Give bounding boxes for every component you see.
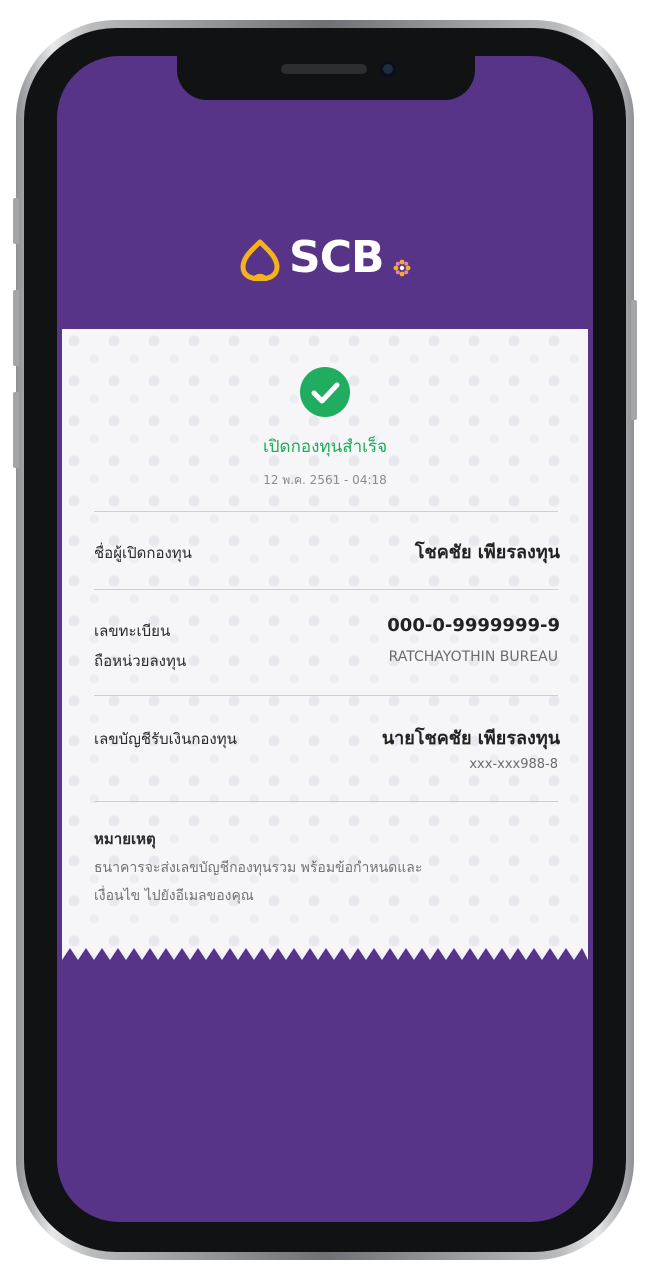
success-status: เปิดกองทุนสำเร็จ	[262, 437, 388, 457]
receipt-torn-edge	[62, 948, 588, 962]
divider	[94, 589, 558, 590]
registration-number-value: 000-0-9999999-9	[387, 615, 560, 636]
receiving-account-label: เลขบัญชีรับเงินกองทุน	[94, 730, 237, 748]
transaction-datetime: 12 พ.ค. 2561 - 04:18	[263, 473, 387, 487]
power-button	[631, 300, 637, 420]
divider	[94, 695, 558, 696]
opener-name-value: โชคชัย เพียรลงทุน	[414, 542, 560, 563]
note-title: หมายเหตุ	[94, 830, 156, 848]
silent-switch	[13, 198, 19, 244]
opener-name-label: ชื่อผู้เปิดกองทุน	[94, 544, 192, 562]
note-text-line: เงื่อนไข ไปยังอีเมลของคุณ	[94, 888, 254, 904]
receiving-account-name: นายโชคชัย เพียรลงทุน	[381, 728, 560, 749]
receiving-account-number: xxx-xxx988-8	[469, 757, 558, 772]
divider	[94, 801, 558, 802]
note-text-line: ธนาคารจะส่งเลขบัญชีกองทุนรวม พร้อมข้อกำห…	[94, 860, 423, 876]
notch	[177, 56, 475, 100]
scb-logo: SCB	[239, 232, 415, 286]
sparkle-icon	[393, 259, 411, 277]
brand-name: SCB	[289, 232, 385, 283]
unit-holder-value: RATCHAYOTHIN BUREAU	[388, 649, 558, 665]
app-screen: SCB เปิดกองทุนสำเร็จ 12 พ.ค. 2561 - 04:1…	[57, 56, 593, 1222]
scb-lotus-icon	[240, 239, 280, 281]
front-camera	[379, 60, 397, 78]
check-circle-icon	[300, 367, 350, 417]
unit-holder-label: ถือหน่วยลงทุน	[94, 652, 187, 670]
speaker-grille	[281, 64, 367, 74]
receipt-card: เปิดกองทุนสำเร็จ 12 พ.ค. 2561 - 04:18 ชื…	[62, 329, 588, 962]
volume-up-button	[13, 290, 19, 366]
registration-number-label: เลขทะเบียน	[94, 622, 171, 640]
divider	[94, 511, 558, 512]
volume-down-button	[13, 392, 19, 468]
